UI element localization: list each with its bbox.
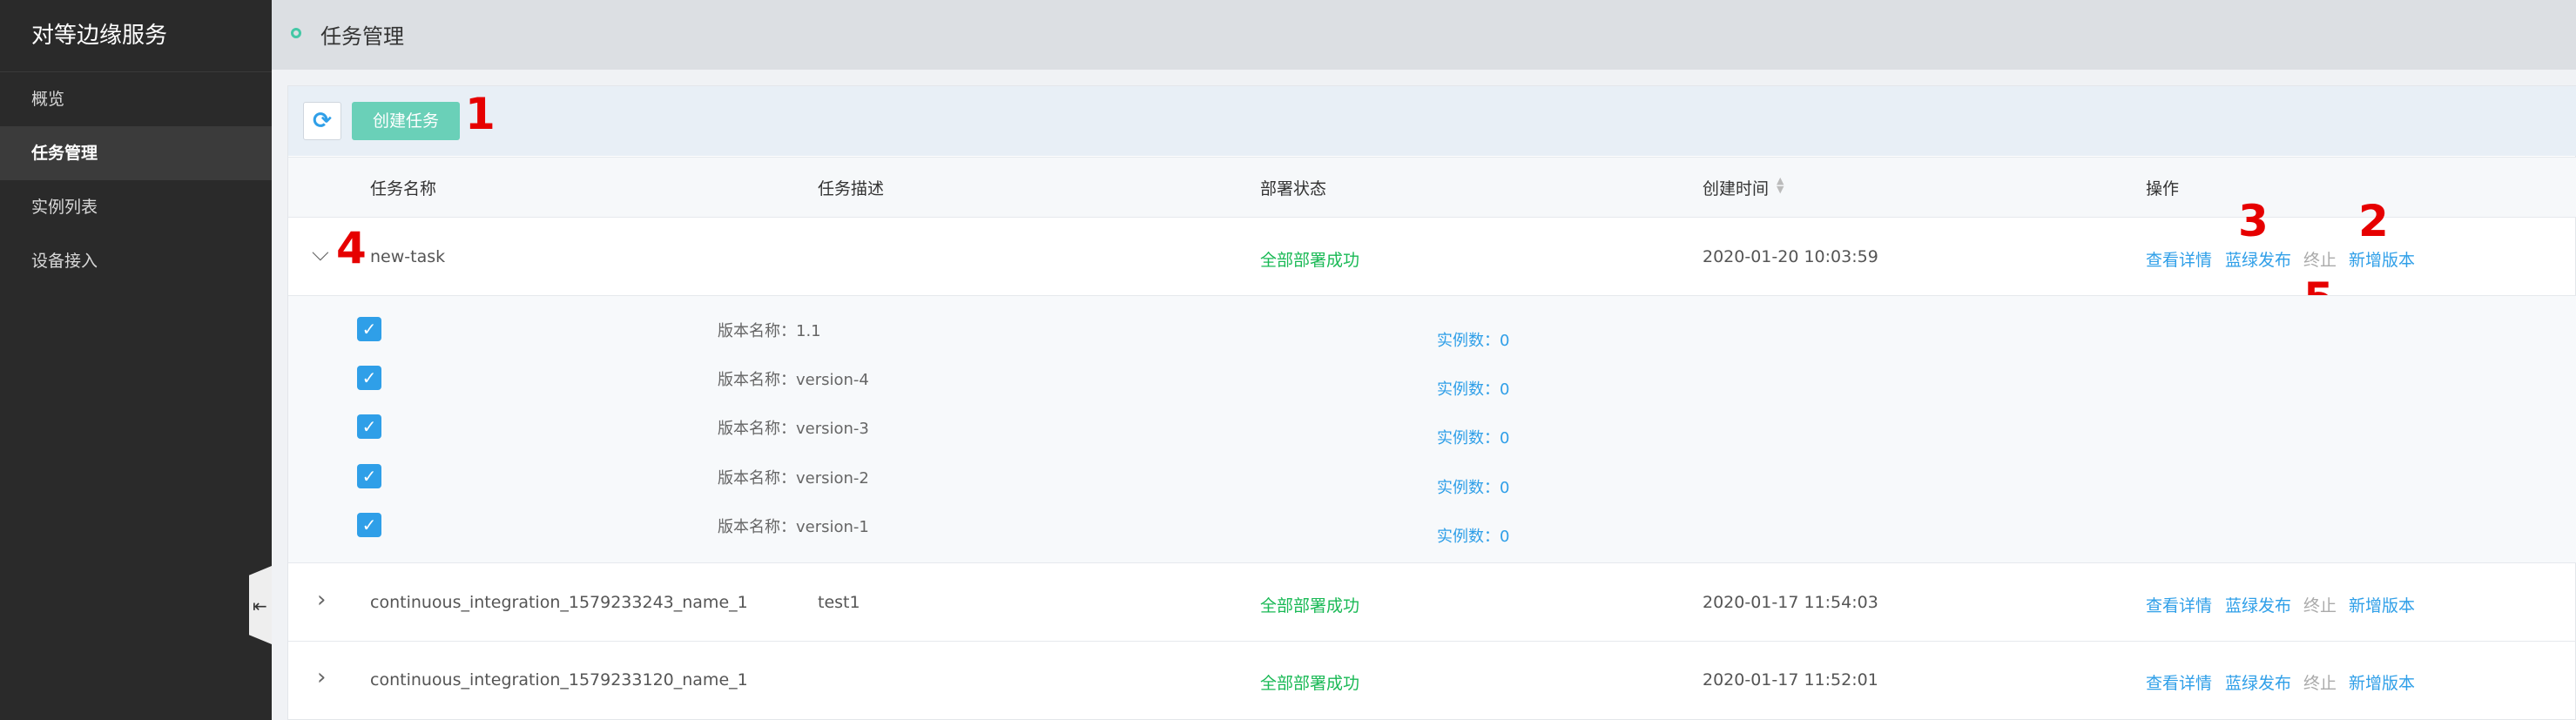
expand-row-icon[interactable]: › (317, 666, 326, 689)
column-header-task-description: 任务描述 (818, 179, 885, 199)
column-header-task-name: 任务名称 (370, 179, 437, 199)
task-description: test1 (818, 593, 860, 612)
blue-green-release-link[interactable]: 蓝绿发布 (2225, 670, 2291, 694)
add-version-link[interactable]: 新增版本 (2349, 670, 2415, 694)
created-time: 2020-01-20 10:03:59 (1703, 247, 1878, 266)
sidebar-item-instance-list[interactable]: 实例列表 (0, 180, 272, 234)
task-name: new-task (370, 247, 446, 266)
blue-green-release-link[interactable]: 蓝绿发布 (2225, 593, 2291, 616)
sidebar-item-overview[interactable]: 概览 (0, 72, 272, 126)
view-details-link[interactable]: 查看详情 (2146, 670, 2212, 694)
page-header (272, 0, 2576, 70)
task-name: continuous_integration_1579233120_name_1 (370, 670, 748, 690)
version-list (288, 296, 2576, 562)
collapse-icon: ⇤ (253, 596, 267, 616)
version-name: 版本名称：version-2 (718, 469, 869, 488)
instance-count-link[interactable]: 实例数：0 (1437, 328, 1509, 351)
app-title: 对等边缘服务 (31, 23, 168, 49)
annotation-2: 2 (2358, 196, 2389, 246)
row-divider (288, 562, 2576, 563)
sidebar-item-device-access[interactable]: 设备接入 (0, 234, 272, 288)
sidebar-item-task-management[interactable]: 任务管理 (0, 126, 272, 180)
instance-count-link[interactable]: 实例数：0 (1437, 475, 1509, 498)
sort-icon[interactable]: ▲▼ (1777, 176, 1789, 194)
version-checkbox[interactable]: ✓ (357, 366, 381, 390)
task-name: continuous_integration_1579233243_name_1 (370, 593, 748, 612)
toolbar (288, 86, 2576, 156)
column-header-deploy-status: 部署状态 (1260, 179, 1327, 199)
version-name: 版本名称：version-1 (718, 518, 869, 536)
version-checkbox[interactable]: ✓ (357, 464, 381, 488)
column-header-actions: 操作 (2146, 179, 2180, 199)
deploy-status: 全部部署成功 (1260, 596, 1360, 616)
add-version-link[interactable]: 新增版本 (2349, 247, 2415, 271)
instance-count-link[interactable]: 实例数：0 (1437, 426, 1509, 448)
refresh-button[interactable]: ⟳ (303, 102, 341, 140)
instance-count-link[interactable]: 实例数：0 (1437, 524, 1509, 547)
version-name: 版本名称：1.1 (718, 322, 821, 340)
page-title: 任务管理 (320, 24, 404, 49)
expand-row-icon[interactable]: › (317, 589, 326, 611)
version-checkbox[interactable]: ✓ (357, 513, 381, 537)
created-time: 2020-01-17 11:52:01 (1703, 670, 1878, 690)
add-version-link[interactable]: 新增版本 (2349, 593, 2415, 616)
column-header-created-time[interactable]: 创建时间 (1703, 176, 1769, 199)
table-header (288, 157, 2576, 218)
instance-count-link[interactable]: 实例数：0 (1437, 377, 1509, 400)
version-checkbox[interactable]: ✓ (357, 317, 381, 341)
version-name: 版本名称：version-4 (718, 371, 869, 389)
view-details-link[interactable]: 查看详情 (2146, 247, 2212, 271)
version-checkbox[interactable]: ✓ (357, 414, 381, 439)
terminate-link[interactable]: 终止 (2303, 247, 2337, 271)
collapse-row-icon[interactable]: ⌵ (312, 242, 329, 265)
annotation-4: 4 (336, 223, 367, 273)
annotation-1: 1 (465, 89, 496, 139)
deploy-status: 全部部署成功 (1260, 674, 1360, 693)
row-divider (288, 641, 2576, 642)
view-details-link[interactable]: 查看详情 (2146, 593, 2212, 616)
annotation-3: 3 (2238, 196, 2269, 246)
create-task-button[interactable]: 创建任务 (352, 102, 460, 140)
created-time: 2020-01-17 11:54:03 (1703, 593, 1878, 612)
terminate-link[interactable]: 终止 (2303, 670, 2337, 694)
status-dot-icon (291, 28, 301, 38)
blue-green-release-link[interactable]: 蓝绿发布 (2225, 247, 2291, 271)
version-name: 版本名称：version-3 (718, 420, 869, 438)
terminate-link[interactable]: 终止 (2303, 593, 2337, 616)
deploy-status: 全部部署成功 (1260, 251, 1360, 270)
